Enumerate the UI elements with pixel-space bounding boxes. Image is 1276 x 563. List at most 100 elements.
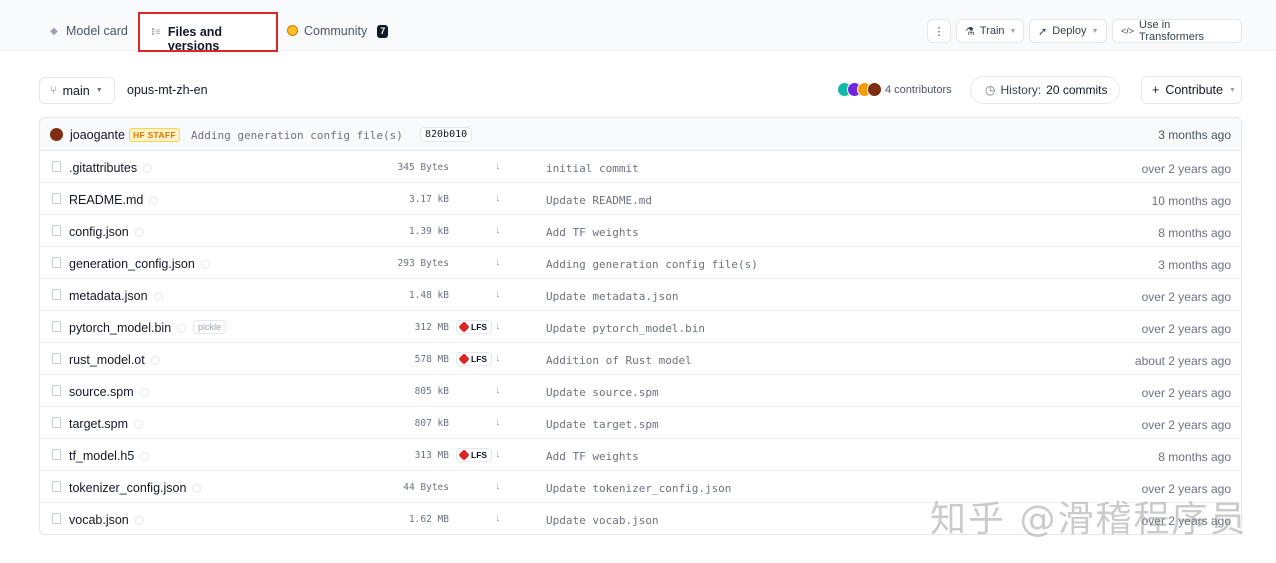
safe-check-icon xyxy=(134,516,144,525)
commit-hash[interactable]: 820b010 xyxy=(420,127,473,142)
row-commit-message[interactable]: Update target.spm xyxy=(546,418,659,431)
deploy-button[interactable]: ➚ Deploy ▼ xyxy=(1029,19,1107,43)
download-icon[interactable]: ↓ xyxy=(495,224,501,236)
file-name: target.spm xyxy=(69,417,129,431)
table-row[interactable]: rust_model.ot 578 MB LFS ↓ Addition of Rust … xyxy=(40,343,1241,375)
branch-selector[interactable]: ⑂ main ▼ xyxy=(39,77,115,104)
file-name-link[interactable]: tokenizer_config.json xyxy=(69,481,202,495)
commit-message[interactable]: Adding generation config file(s) xyxy=(191,129,403,142)
file-name-link[interactable]: tf_model.h5 xyxy=(69,449,150,463)
repo-tab-bar: ◆ Model card ⁝≡ Files and versions Commu… xyxy=(0,0,1276,53)
table-row[interactable]: pytorch_model.bin pickle 312 MB LFS ↓ Update … xyxy=(40,311,1241,343)
table-row[interactable]: metadata.json 1.48 kB ↓ Update metadata.jso… xyxy=(40,279,1241,311)
row-commit-message[interactable]: Update source.spm xyxy=(546,386,659,399)
pickle-tag[interactable]: pickle xyxy=(193,320,227,334)
use-in-transformers-label: Use in Transformers xyxy=(1139,19,1205,43)
safe-check-icon xyxy=(192,484,202,493)
file-name: vocab.json xyxy=(69,513,129,527)
row-commit-message[interactable]: Update vocab.json xyxy=(546,514,659,527)
avatar xyxy=(50,128,63,141)
table-row[interactable]: config.json 1.39 kB ↓ Add TF weights 8 month… xyxy=(40,215,1241,247)
download-icon[interactable]: ↓ xyxy=(495,480,501,492)
deploy-icon: ➚ xyxy=(1038,25,1048,38)
file-name-link[interactable]: config.json xyxy=(69,225,144,239)
row-commit-message[interactable]: Update metadata.json xyxy=(546,290,678,303)
download-icon[interactable]: ↓ xyxy=(495,416,501,428)
download-icon[interactable]: ↓ xyxy=(495,512,501,524)
file-name-link[interactable]: rust_model.ot xyxy=(69,353,160,367)
train-icon: ⚗ xyxy=(965,25,975,38)
file-size: 312 MB xyxy=(414,322,449,333)
row-commit-message[interactable]: initial commit xyxy=(546,162,639,175)
lfs-label: LFS xyxy=(471,322,488,332)
row-commit-message[interactable]: Update tokenizer_config.json xyxy=(546,482,731,495)
download-icon[interactable]: ↓ xyxy=(495,192,501,204)
file-name: tokenizer_config.json xyxy=(69,481,187,495)
repo-name: opus-mt-zh-en xyxy=(127,83,208,97)
tab-files-label: Files and versions xyxy=(167,25,223,53)
row-commit-message[interactable]: Add TF weights xyxy=(546,226,639,239)
file-icon xyxy=(52,225,61,236)
contribute-button[interactable]: + Contribute ▼ xyxy=(1141,76,1242,104)
file-icon xyxy=(52,353,61,364)
row-commit-message[interactable]: Update README.md xyxy=(546,194,652,207)
file-size: 293 Bytes xyxy=(397,258,449,269)
contributors-link[interactable]: 4 contributors xyxy=(885,84,952,96)
use-in-transformers-button[interactable]: </> Use in Transformers xyxy=(1112,19,1242,43)
lfs-badge: LFS xyxy=(456,352,493,366)
file-size: 578 MB xyxy=(414,354,449,365)
file-name-link[interactable]: metadata.json xyxy=(69,289,163,303)
file-name-link[interactable]: source.spm xyxy=(69,385,149,399)
table-row[interactable]: target.spm 807 kB ↓ Update target.spm over 2… xyxy=(40,407,1241,439)
file-name: tf_model.h5 xyxy=(69,449,135,463)
file-name-link[interactable]: pytorch_model.bin xyxy=(69,321,187,335)
tab-community[interactable]: Community 7 xyxy=(287,14,389,50)
code-icon: </> xyxy=(1121,26,1135,36)
row-commit-time: over 2 years ago xyxy=(1141,386,1231,400)
row-commit-message[interactable]: Update pytorch_model.bin xyxy=(546,322,705,335)
download-icon[interactable]: ↓ xyxy=(495,288,501,300)
table-row[interactable]: source.spm 805 kB ↓ Update source.spm over 2… xyxy=(40,375,1241,407)
lfs-icon xyxy=(458,353,470,365)
commit-time: 3 months ago xyxy=(1158,128,1231,142)
file-name-link[interactable]: generation_config.json xyxy=(69,257,210,271)
file-name-link[interactable]: README.md xyxy=(69,193,159,207)
train-button[interactable]: ⚗ Train ▼ xyxy=(956,19,1024,43)
file-icon xyxy=(52,193,61,204)
commit-author[interactable]: joaogante xyxy=(70,128,125,142)
row-commit-time: over 2 years ago xyxy=(1141,418,1231,432)
file-name-link[interactable]: target.spm xyxy=(69,417,144,431)
table-row[interactable]: tf_model.h5 313 MB LFS ↓ Add TF weights 8 mon… xyxy=(40,439,1241,471)
row-commit-message[interactable]: Add TF weights xyxy=(546,450,639,463)
contributor-avatars[interactable] xyxy=(837,82,882,98)
file-name-link[interactable]: .gitattributes xyxy=(69,161,153,175)
file-name: generation_config.json xyxy=(69,257,195,271)
download-icon[interactable]: ↓ xyxy=(495,320,501,332)
row-commit-time: over 2 years ago xyxy=(1141,162,1231,176)
more-icon: ⋮ xyxy=(933,25,945,38)
table-row[interactable]: generation_config.json 293 Bytes ↓ Adding g… xyxy=(40,247,1241,279)
file-name: README.md xyxy=(69,193,144,207)
download-icon[interactable]: ↓ xyxy=(495,160,501,172)
tab-files-and-versions[interactable]: ⁝≡ Files and versions xyxy=(138,12,278,53)
download-icon[interactable]: ↓ xyxy=(495,256,501,268)
row-commit-time: 3 months ago xyxy=(1158,258,1231,272)
table-row[interactable]: .gitattributes 345 Bytes ↓ initial commit ov… xyxy=(40,151,1241,183)
tab-model-card[interactable]: ◆ Model card xyxy=(48,14,128,50)
row-commit-message[interactable]: Addition of Rust model xyxy=(546,354,692,367)
download-icon[interactable]: ↓ xyxy=(495,352,501,364)
chevron-down-icon: ▼ xyxy=(1229,86,1236,94)
file-name-link[interactable]: vocab.json xyxy=(69,513,144,527)
safe-check-icon xyxy=(143,164,153,173)
cube-icon: ◆ xyxy=(50,25,58,37)
community-count-badge: 7 xyxy=(377,25,389,38)
lfs-label: LFS xyxy=(471,354,488,364)
download-icon[interactable]: ↓ xyxy=(495,448,501,460)
row-commit-message[interactable]: Adding generation config file(s) xyxy=(546,258,758,271)
table-row[interactable]: README.md 3.17 kB ↓ Update README.md 10 mont… xyxy=(40,183,1241,215)
download-icon[interactable]: ↓ xyxy=(495,384,501,396)
history-button[interactable]: ◷ History: 20 commits xyxy=(970,76,1120,104)
file-size: 805 kB xyxy=(414,386,449,397)
more-options-button[interactable]: ⋮ xyxy=(927,19,951,43)
community-icon xyxy=(287,25,298,36)
